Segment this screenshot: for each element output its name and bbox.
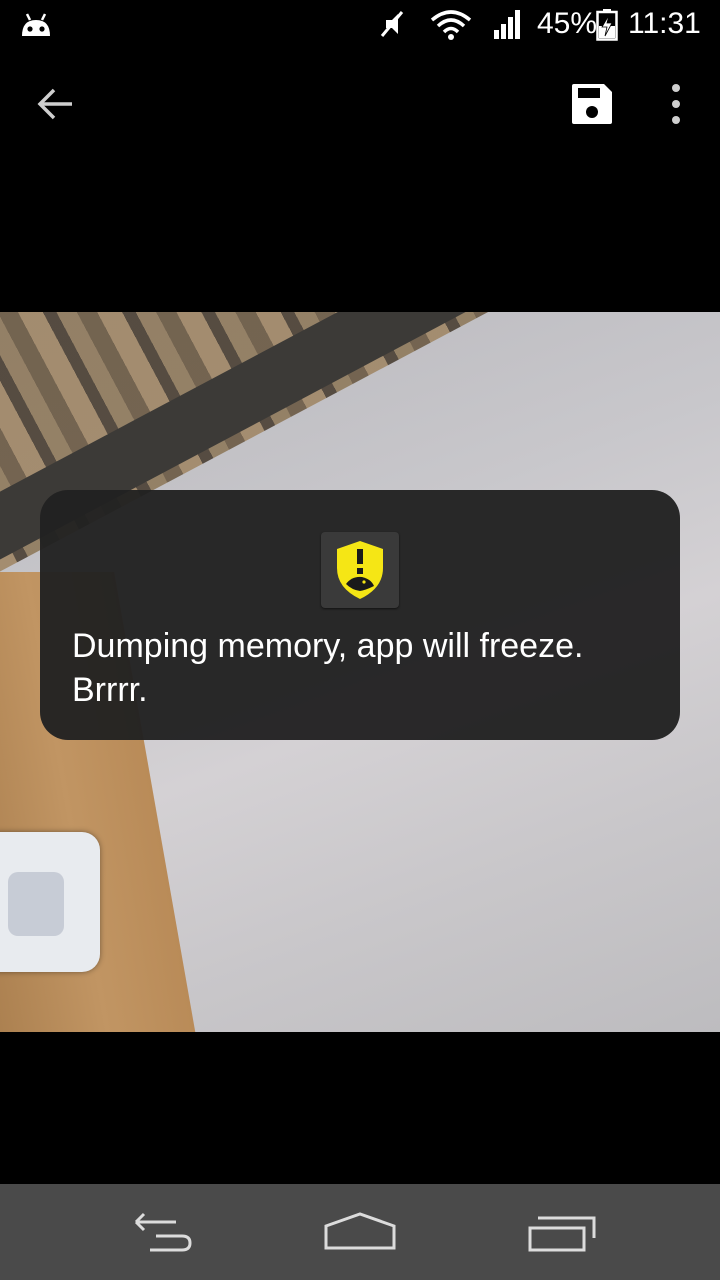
nav-home-icon[interactable] [320, 1208, 400, 1256]
toast-icon-frame [321, 532, 399, 608]
screen: 45% 11:31 Dumping memory, app will freez… [0, 0, 720, 1280]
status-bar: 45% 11:31 [0, 0, 720, 50]
more-vert-icon[interactable] [652, 78, 700, 130]
photo-device [0, 832, 100, 972]
navigation-bar [0, 1184, 720, 1280]
nav-back-icon[interactable] [122, 1208, 202, 1256]
clock: 11:31 [628, 7, 701, 40]
wifi-icon [430, 10, 472, 40]
toast-text: Dumping memory, app will freeze. Brrrr. [72, 627, 584, 709]
nav-recents-icon[interactable] [522, 1208, 602, 1256]
mute-icon [380, 11, 404, 37]
photo-device-button [8, 872, 64, 936]
back-arrow-icon[interactable] [28, 76, 84, 132]
signal-icon [494, 10, 520, 39]
save-icon[interactable] [566, 78, 618, 130]
battery-percent: 45% [537, 7, 598, 40]
toast-message: Dumping memory, app will freeze. Brrrr. [40, 490, 680, 740]
battery-charging-icon [596, 9, 618, 41]
shield-warning-icon [337, 541, 383, 599]
android-icon [22, 13, 50, 36]
action-bar [0, 52, 720, 156]
